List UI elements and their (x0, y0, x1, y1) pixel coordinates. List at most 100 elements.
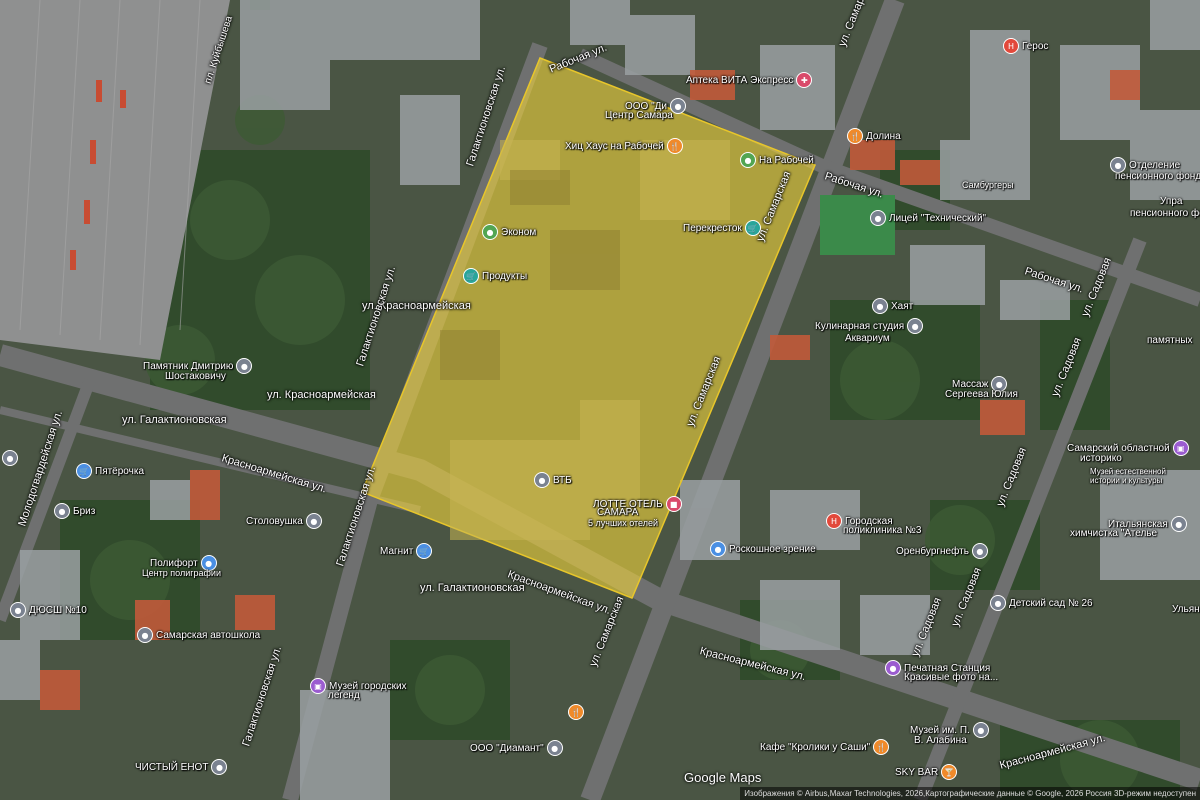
poi-na-rabochey[interactable]: ● На Рабочей (740, 152, 814, 168)
poi-label: Перекресток (683, 222, 742, 234)
poi-left-edge[interactable]: ● (2, 450, 18, 466)
poi-upr-label: Упра (1160, 196, 1183, 207)
poi-label: Детский сад № 26 (1009, 597, 1093, 609)
restaurant-icon: 🍴 (568, 704, 584, 720)
place-icon: ● (971, 543, 988, 559)
attribution-extra: Россия 3D-режим недоступен (1085, 789, 1196, 798)
poi-perekrestok[interactable]: Перекресток 🛒 (683, 220, 761, 236)
poi-kulinar[interactable]: Кулинарная студия ● (815, 318, 924, 334)
poi-ekonom[interactable]: ● Эконом (482, 224, 536, 240)
camera-icon: ● (885, 660, 901, 676)
poi-sky-bar[interactable]: SKY BAR 🍸 (895, 764, 958, 780)
shopping-cart-icon: 🛒 (463, 268, 479, 284)
poi-label: SKY BAR (895, 766, 939, 778)
poi-oblast-sub3: истории и культуры (1090, 476, 1163, 485)
poi-cafe-orange[interactable]: 🍴 (568, 704, 584, 720)
poi-khayat[interactable]: ● Хаят (872, 298, 913, 314)
poi-diamant[interactable]: ООО "Диамант" ● (470, 740, 563, 756)
place-icon: ● (872, 298, 888, 314)
street-label: ул. Галактионовская (420, 582, 525, 594)
map-view[interactable]: Рабочая ул. пл. Куйбышева Галактионовска… (0, 0, 1200, 800)
poi-briz[interactable]: ● Бриз (54, 503, 95, 519)
school-icon: ● (990, 595, 1006, 611)
poi-house[interactable]: Хиц Хаус на Рабочей 🍴 (565, 138, 683, 154)
poi-label: Кафе "Кролики у Саши" (760, 741, 871, 753)
poi-label: Бриз (73, 505, 96, 517)
place-icon: ● (907, 318, 924, 334)
poi-label: Отделение (1129, 159, 1181, 171)
museum-icon: ▣ (310, 678, 326, 694)
poi-label: Долина (866, 130, 901, 142)
poi-label: Герос (1022, 40, 1049, 52)
poi-roskosh[interactable]: ● Роскошное зрение (710, 541, 816, 557)
attribution-text: Изображения © Airbus,Maxar Technologies,… (744, 789, 1084, 798)
hospital-icon: H (1003, 38, 1019, 54)
school-icon: ● (870, 210, 886, 226)
hospital-icon: H (826, 513, 842, 529)
poi-label: Музей им. П. (910, 724, 970, 736)
satellite-imagery[interactable] (0, 0, 1200, 800)
museum-icon: ▣ (1172, 440, 1189, 456)
place-icon: ● (211, 759, 228, 775)
poi-oblast-sub: историко (1080, 453, 1122, 464)
school-icon: ● (10, 602, 26, 618)
bar-icon: ● (740, 152, 756, 168)
poi-pyaterochka[interactable]: 🛒 Пятёрочка (76, 463, 144, 479)
poi-kafe[interactable]: Кафе "Кролики у Саши" 🍴 (760, 739, 890, 755)
poi-label: На Рабочей (759, 154, 814, 166)
shopping-cart-icon: 🛒 (76, 463, 92, 479)
poi-label: ДЮСШ №10 (29, 604, 87, 616)
poi-label: Массаж (952, 378, 989, 390)
poi-lotte-sub2: 5 лучших отелей (588, 518, 659, 528)
poi-avtoshkola[interactable]: ● Самарская автошкола (137, 627, 260, 643)
poi-muzey-alabina-sub: В. Алабина (914, 735, 967, 746)
poi-ulyan-label: Ульян (1172, 604, 1200, 615)
poi-label: Продукты (482, 270, 528, 282)
poi-vtb[interactable]: ● ВТБ (534, 472, 572, 488)
poi-label: Магнит (380, 545, 414, 557)
poi-pamyatnik-sub: Шостаковичу (165, 371, 226, 382)
store-icon: ● (482, 224, 498, 240)
shopping-cart-icon: 🛒 (744, 220, 761, 236)
poi-label: ООО "Диамант" (470, 742, 544, 754)
poi-label: ЧИСТЫЙ ЕНОТ (135, 761, 209, 773)
street-label: ул. Красноармейская (267, 389, 376, 401)
poi-label: Эконом (501, 226, 537, 238)
poi-label: Хаят (891, 300, 914, 312)
poi-label: Столовушка (246, 515, 303, 527)
school-icon: ● (137, 627, 153, 643)
poi-apteka[interactable]: Аптека ВИТА Экспресс ✚ (686, 72, 813, 88)
store-icon: ● (710, 541, 726, 557)
street-label: ул. Галактионовская (122, 414, 227, 426)
restaurant-icon: 🍴 (873, 739, 890, 755)
poi-muzey-legend-sub: легенд (328, 690, 360, 701)
poi-poliport-sub: Центр полиграфии (142, 568, 221, 578)
bar-icon: 🍸 (941, 764, 958, 780)
poi-chisty-enot[interactable]: ЧИСТЫЙ ЕНОТ ● (135, 759, 228, 775)
place-icon: ● (2, 450, 18, 466)
poi-detsad[interactable]: ● Детский сад № 26 (990, 595, 1093, 611)
poi-label: Кулинарная студия (815, 320, 905, 332)
poi-italyanskaya-sub: химчистка "Ателье (1070, 528, 1158, 539)
pharmacy-icon: ✚ (796, 72, 813, 88)
poi-licey[interactable]: ● Лицей "Технический" (870, 210, 986, 226)
poi-label: Хиц Хаус на Рабочей (565, 140, 664, 152)
poi-orenburg[interactable]: Оренбургнефть ● (896, 543, 988, 559)
monument-icon: ● (236, 358, 253, 374)
poi-magnit[interactable]: Магнит 🛒 (380, 543, 433, 559)
poi-label: Полифорт (150, 557, 198, 569)
poi-dyush[interactable]: ● ДЮСШ №10 (10, 602, 87, 618)
poi-samburger-label: Самбургеры (962, 180, 1014, 190)
poi-label: Пятёрочка (95, 465, 145, 477)
restaurant-icon: 🍴 (666, 138, 683, 154)
poi-stolovushka[interactable]: Столовушка ● (246, 513, 322, 529)
poi-lotte-sub: САМАРА (597, 507, 639, 518)
poi-pamyatnyh-label: памятных (1147, 335, 1193, 346)
poi-geros[interactable]: H Герос (1003, 38, 1048, 54)
poi-label: Памятник Дмитрию (143, 360, 234, 372)
poi-upfr-label: пенсионного фонд (1115, 171, 1200, 182)
poi-label: Самарский областной (1067, 442, 1170, 454)
place-icon: ● (305, 513, 322, 529)
poi-produkty[interactable]: 🛒 Продукты (463, 268, 527, 284)
poi-dolina[interactable]: 🍴 Долина (847, 128, 901, 144)
